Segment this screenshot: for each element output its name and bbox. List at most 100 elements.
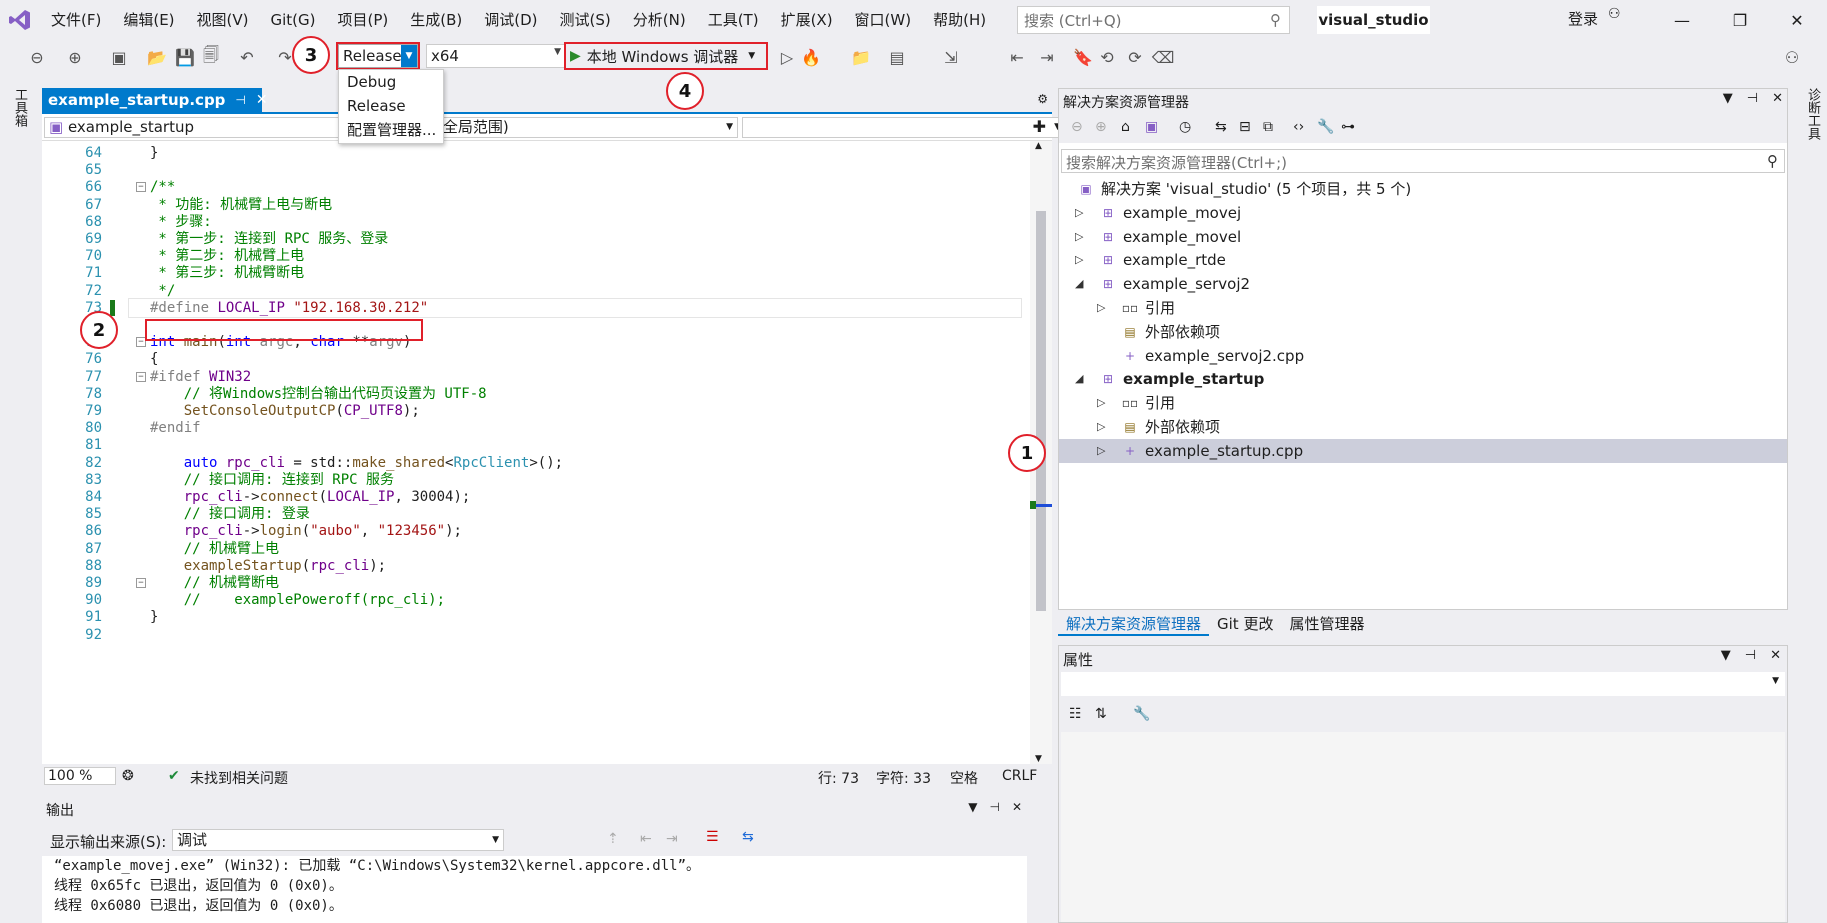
- menu-item[interactable]: 帮助(H): [922, 5, 997, 35]
- bookmark-icon[interactable]: 🔖: [1072, 46, 1094, 68]
- properties-icon[interactable]: 🔧: [1317, 119, 1334, 135]
- tab-example-startup-cpp[interactable]: example_startup.cpp ⊣ ✕: [42, 88, 268, 112]
- config-option-manager[interactable]: 配置管理器...: [339, 118, 443, 142]
- output-text[interactable]: “example_movej.exe” (Win32): 已加载 “C:\Win…: [42, 856, 1027, 923]
- menu-item[interactable]: 编辑(E): [112, 5, 185, 35]
- scroll-up-icon[interactable]: ▲: [1035, 141, 1042, 151]
- tree-item[interactable]: ▤ 外部依赖项: [1059, 320, 1787, 344]
- close-icon[interactable]: ✕: [1772, 91, 1783, 106]
- save-icon[interactable]: 💾: [174, 46, 196, 68]
- preview-icon[interactable]: ⊶: [1341, 119, 1355, 135]
- close-icon[interactable]: ✕: [1770, 648, 1781, 663]
- alphabetical-icon[interactable]: ⇅: [1095, 706, 1107, 722]
- tree-item[interactable]: ▷ ⊞ example_rtde: [1059, 248, 1787, 272]
- close-icon[interactable]: ✕: [256, 92, 268, 108]
- settings-gear-icon[interactable]: ⚙: [1037, 92, 1048, 106]
- expand-icon[interactable]: ▷: [1075, 248, 1087, 272]
- forward-icon[interactable]: ⊕: [1095, 119, 1107, 135]
- indent-icon[interactable]: ⇤: [1006, 46, 1028, 68]
- expand-icon[interactable]: ▷: [1075, 201, 1087, 225]
- hot-reload-icon[interactable]: 🔥: [800, 46, 822, 68]
- properties-object-combo[interactable]: ▼: [1061, 672, 1785, 696]
- tree-item[interactable]: ▷ + example_startup.cpp: [1059, 438, 1787, 463]
- tab-property-manager[interactable]: 属性管理器: [1281, 612, 1372, 636]
- toolbox-tab[interactable]: 工具箱: [10, 88, 29, 127]
- diagnostics-tab[interactable]: 诊断工具: [1803, 88, 1822, 140]
- property-pages-icon[interactable]: 🔧: [1133, 706, 1150, 722]
- menu-item[interactable]: 窗口(W): [844, 5, 923, 35]
- code-editor[interactable]: 64} 65 66−/** 67 * 功能: 机械臂上电与断电 68 * 步骤: 69 *…: [42, 141, 1052, 764]
- menu-item[interactable]: 测试(S): [549, 5, 622, 35]
- solution-search-input[interactable]: 搜索解决方案资源管理器(Ctrl+;) ⚲: [1061, 149, 1785, 173]
- account-icon[interactable]: ⚇: [1608, 6, 1621, 22]
- tree-item[interactable]: ▷ ⊞ example_movel: [1059, 225, 1787, 249]
- outdent-icon[interactable]: ⇥: [1036, 46, 1058, 68]
- chevron-down-icon[interactable]: ▼: [1721, 648, 1731, 663]
- issues-label[interactable]: 未找到相关问题: [190, 768, 288, 788]
- pin-icon[interactable]: ⊣: [1745, 648, 1756, 663]
- close-button[interactable]: ✕: [1772, 0, 1822, 40]
- output-source-combo[interactable]: 调试 ▼: [172, 829, 504, 851]
- tree-item[interactable]: + example_servoj2.cpp: [1059, 344, 1787, 368]
- tab-git-changes[interactable]: Git 更改: [1209, 612, 1281, 636]
- new-project-icon[interactable]: ▣: [108, 46, 130, 68]
- code-view-icon[interactable]: ‹›: [1293, 119, 1304, 135]
- tree-item[interactable]: ▣ 解决方案 'visual_studio' (5 个项目，共 5 个): [1059, 177, 1787, 201]
- fold-toggle[interactable]: −: [136, 578, 146, 588]
- collapse-icon[interactable]: ◢: [1075, 272, 1087, 296]
- menu-item[interactable]: 视图(V): [186, 5, 260, 35]
- next-bookmark-icon[interactable]: ⟳: [1124, 46, 1146, 68]
- switch-view-icon[interactable]: ▣: [1145, 119, 1158, 135]
- function-combo[interactable]: ▼: [742, 117, 1066, 138]
- maximize-button[interactable]: ❐: [1715, 0, 1765, 40]
- tab-solution-explorer[interactable]: 解决方案资源管理器: [1058, 612, 1210, 636]
- tree-item[interactable]: ▷ ▫▫ 引用: [1059, 391, 1787, 415]
- line-ending[interactable]: CRLF: [1002, 768, 1037, 784]
- intellicode-icon[interactable]: ❂: [122, 768, 134, 784]
- collapse-icon[interactable]: ◢: [1075, 367, 1087, 391]
- scroll-down-icon[interactable]: ▼: [1035, 754, 1042, 764]
- clear-bookmark-icon[interactable]: ⌫: [1152, 46, 1175, 68]
- start-without-debugging-icon[interactable]: ▷: [776, 46, 798, 68]
- tree-item[interactable]: ◢ ⊞ example_startup: [1059, 367, 1787, 391]
- forward-icon[interactable]: ⊕: [64, 46, 86, 68]
- undo-icon[interactable]: ↶: [236, 46, 258, 68]
- menu-item[interactable]: Git(G): [260, 5, 327, 35]
- prev-message-icon[interactable]: ⇤: [640, 831, 652, 847]
- word-wrap-icon[interactable]: ⇆: [742, 829, 754, 845]
- pin-icon[interactable]: ⊣: [1747, 91, 1758, 106]
- home-icon[interactable]: ⌂: [1121, 119, 1130, 135]
- tree-item[interactable]: ▷ ▤ 外部依赖项: [1059, 415, 1787, 439]
- back-icon[interactable]: ⊖: [26, 46, 48, 68]
- menu-item[interactable]: 调试(D): [473, 5, 548, 35]
- pin-icon[interactable]: ⊣: [989, 800, 999, 814]
- collapse-all-icon[interactable]: ⊟: [1239, 119, 1251, 135]
- show-all-files-icon[interactable]: ⧉: [1263, 119, 1273, 135]
- expand-icon[interactable]: ▷: [1097, 439, 1109, 463]
- whitespace-mode[interactable]: 空格: [950, 768, 978, 788]
- minimize-button[interactable]: —: [1657, 0, 1707, 40]
- split-editor-icon[interactable]: ✚: [1033, 117, 1046, 136]
- menu-item[interactable]: 扩展(X): [770, 5, 844, 35]
- menu-item[interactable]: 工具(T): [697, 5, 770, 35]
- folder-view-icon[interactable]: 📁: [850, 46, 872, 68]
- pending-changes-icon[interactable]: ◷: [1179, 119, 1191, 135]
- login-link[interactable]: 登录: [1568, 8, 1598, 29]
- categorized-icon[interactable]: ☷: [1069, 706, 1082, 722]
- properties-grid[interactable]: [1061, 732, 1785, 922]
- live-share-icon[interactable]: ⚇: [1781, 46, 1803, 68]
- tree-item[interactable]: ▷ ⊞ example_movej: [1059, 201, 1787, 225]
- expand-icon[interactable]: ▷: [1097, 296, 1109, 320]
- clear-all-icon[interactable]: ☰: [706, 829, 719, 845]
- save-all-icon[interactable]: 🗐: [200, 45, 222, 68]
- expand-icon[interactable]: ▷: [1075, 225, 1087, 249]
- expand-icon[interactable]: ▷: [1097, 391, 1109, 415]
- tree-item[interactable]: ▷ ▫▫ 引用: [1059, 296, 1787, 320]
- fold-toggle[interactable]: −: [136, 371, 146, 382]
- scope-combo[interactable]: ▣ example_startup: [44, 117, 340, 138]
- menu-item[interactable]: 分析(N): [622, 5, 697, 35]
- pin-icon[interactable]: ⊣: [235, 93, 245, 107]
- config-option-release[interactable]: Release: [339, 94, 443, 118]
- layout-icon[interactable]: ▤: [886, 46, 908, 68]
- platform-combo[interactable]: x64 ▼: [426, 44, 566, 68]
